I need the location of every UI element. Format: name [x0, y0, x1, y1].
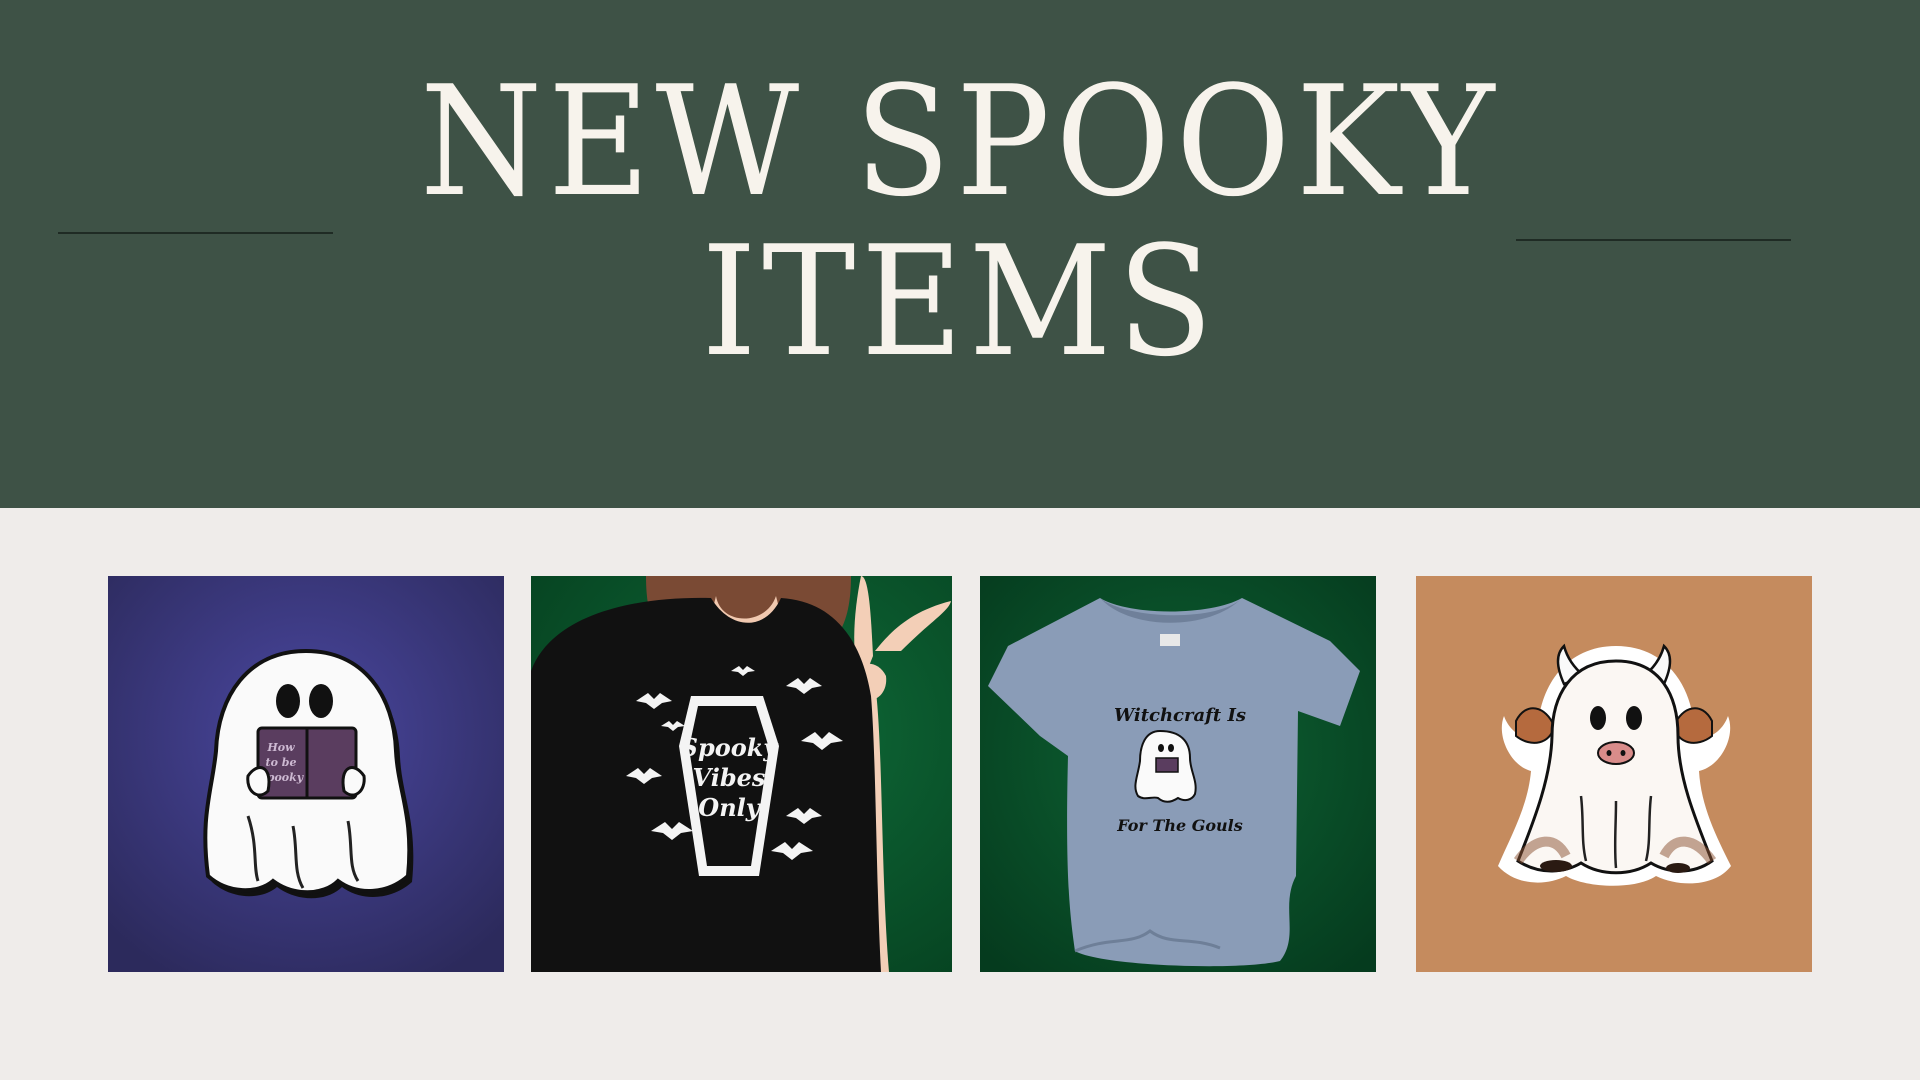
ghost-cow-illustration	[1416, 576, 1812, 972]
shirt-text-vibes: Vibes	[693, 763, 766, 792]
decorative-rule-left	[58, 232, 333, 234]
page-title-line-2: ITEMS	[701, 213, 1219, 390]
product-image-ghost-book-pin[interactable]: How to be Spooky	[108, 576, 504, 972]
shirt-text-top: Witchcraft Is	[1114, 705, 1246, 726]
shirt-text-only: Only	[698, 793, 761, 822]
spooky-vibes-tshirt-photo: Spooky Vibes Only	[531, 576, 952, 972]
book-text-2: to be	[266, 756, 297, 769]
product-image-witchcraft-tshirt[interactable]: Witchcraft Is For The Gouls	[980, 576, 1376, 972]
shirt-text-spooky: Spooky	[681, 733, 780, 762]
book-text-1: How	[266, 741, 295, 754]
header-banner: NEW SPOOKY ITEMS	[0, 0, 1920, 508]
product-image-ghost-cow-sticker[interactable]	[1416, 576, 1812, 972]
witchcraft-tshirt-photo: Witchcraft Is For The Gouls	[980, 576, 1376, 972]
product-image-spooky-vibes-tshirt[interactable]: Spooky Vibes Only	[531, 576, 952, 972]
shirt-text-bottom: For The Gouls	[1116, 816, 1243, 835]
ghost-reading-book-illustration: How to be Spooky	[108, 576, 504, 972]
page-title-line-1: NEW SPOOKY	[419, 53, 1501, 230]
decorative-rule-right	[1516, 239, 1791, 241]
